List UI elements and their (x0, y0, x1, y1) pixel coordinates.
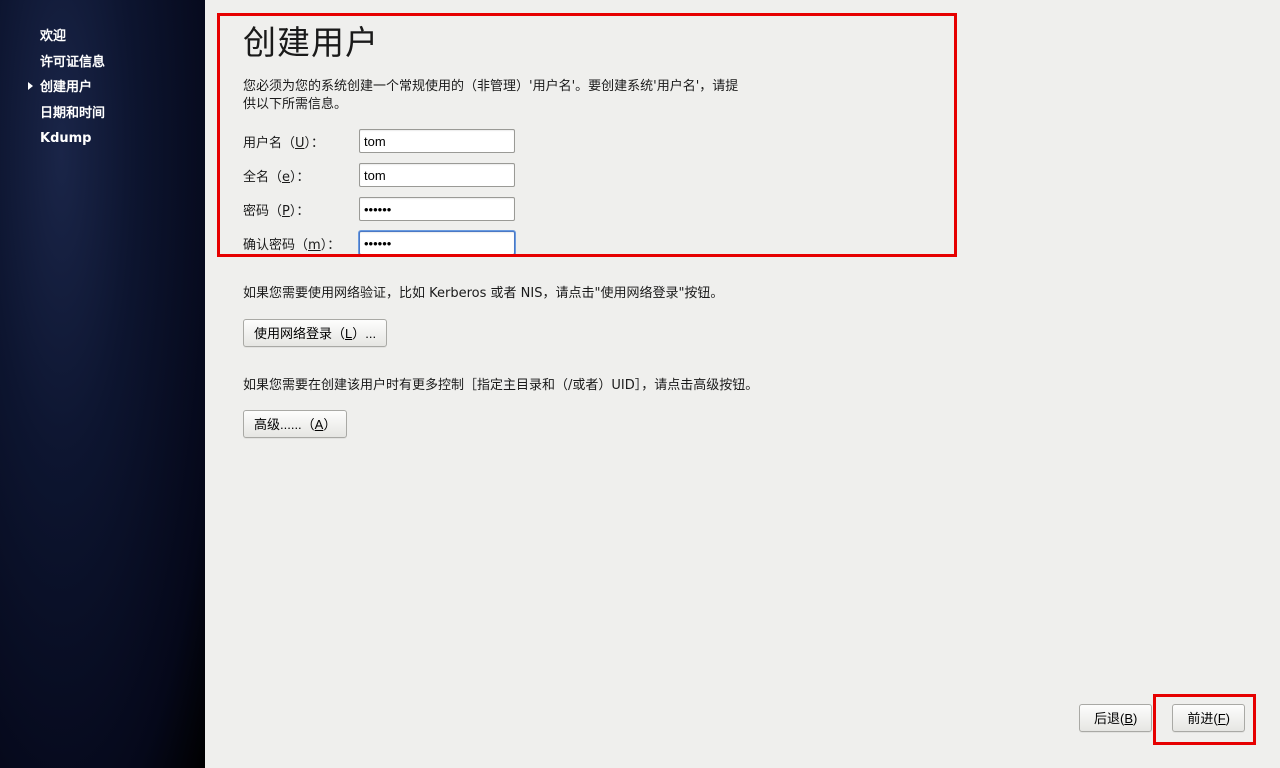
network-login-text: 如果您需要使用网络验证，比如 Kerberos 或者 NIS，请点击"使用网络登… (243, 285, 763, 303)
row-confirm: 确认密码（m）： (243, 231, 1250, 255)
forward-button[interactable]: 前进(F) (1172, 704, 1245, 732)
page-intro: 您必须为您的系统创建一个常规使用的（非管理）'用户名'。要创建系统'用户名'，请… (243, 78, 743, 113)
sidebar-item-welcome: 欢迎 (0, 24, 205, 50)
advanced-text: 如果您需要在创建该用户时有更多控制［指定主目录和（/或者）UID］，请点击高级按… (243, 377, 763, 395)
fullname-input[interactable] (359, 163, 515, 187)
sidebar-item-kdump: Kdump (0, 126, 205, 152)
network-login-button[interactable]: 使用网络登录（L）... (243, 319, 387, 347)
password-input[interactable] (359, 197, 515, 221)
footer-buttons: 后退(B) 前进(F) (1079, 704, 1245, 732)
sidebar-item-license: 许可证信息 (0, 50, 205, 76)
label-password: 密码（P）： (243, 200, 359, 219)
advanced-button[interactable]: 高级......（A） (243, 410, 347, 438)
sidebar-item-datetime: 日期和时间 (0, 101, 205, 127)
username-input[interactable] (359, 129, 515, 153)
row-username: 用户名（U）： (243, 129, 1250, 153)
page-title: 创建用户 (243, 16, 1250, 64)
confirm-password-input[interactable] (359, 231, 515, 255)
row-fullname: 全名（e）： (243, 163, 1250, 187)
back-button[interactable]: 后退(B) (1079, 704, 1152, 732)
row-password: 密码（P）： (243, 197, 1250, 221)
label-confirm: 确认密码（m）： (243, 234, 359, 253)
active-marker-icon (28, 82, 33, 90)
label-fullname: 全名（e）： (243, 166, 359, 185)
label-username: 用户名（U）： (243, 132, 359, 151)
sidebar: 欢迎 许可证信息 创建用户 日期和时间 Kdump (0, 0, 205, 768)
sidebar-item-create-user: 创建用户 (0, 75, 205, 101)
main-panel: 创建用户 您必须为您的系统创建一个常规使用的（非管理）'用户名'。要创建系统'用… (205, 0, 1280, 768)
